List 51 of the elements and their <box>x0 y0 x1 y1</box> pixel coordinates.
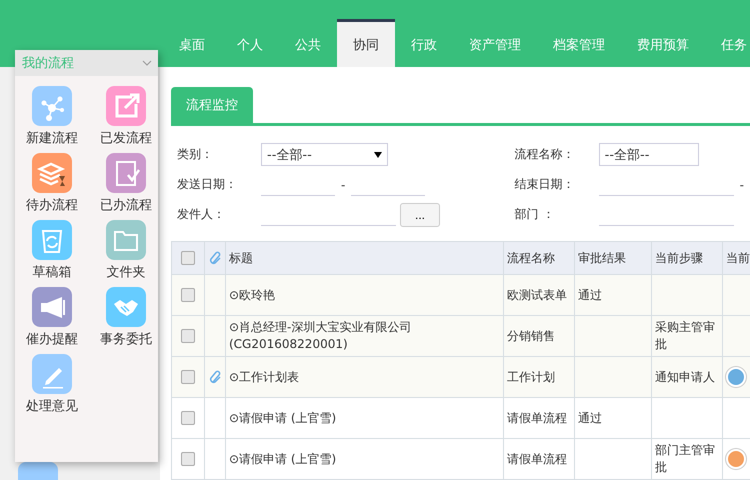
column-header: 流程名称 <box>504 242 574 274</box>
table-cell: ⊙工作计划表 <box>226 356 504 398</box>
table-cell: 部门主管审批 <box>652 438 722 480</box>
table-cell: 分销销售 <box>504 316 574 356</box>
category-select[interactable]: --全部-- <box>598 143 699 166</box>
table-cell: 欧测试表单 <box>504 274 574 316</box>
checkbox[interactable] <box>181 251 195 265</box>
pick-button[interactable]: ... <box>400 202 440 226</box>
table-cell: 采购主管审批 <box>652 316 722 356</box>
table-cell: 通过 <box>574 274 652 316</box>
category-select[interactable]: --全部-- <box>261 143 388 166</box>
date-separator: - <box>740 178 744 192</box>
column-header: 审批结果 <box>574 242 652 274</box>
checkbox[interactable] <box>181 411 195 425</box>
checkbox[interactable] <box>181 329 195 343</box>
table-cell: 请假单流程 <box>504 438 574 480</box>
table-cell: 通过 <box>574 398 652 438</box>
nav-tab[interactable]: 协同 <box>337 19 395 67</box>
menu-item[interactable]: 待办流程 <box>15 153 89 214</box>
menu-item[interactable]: 催办提醒 <box>15 287 89 348</box>
menu-item[interactable]: 已发流程 <box>89 86 158 147</box>
table-cell: ⊙欧玲艳 <box>226 274 504 316</box>
menu-item[interactable]: 新建流程 <box>15 86 89 147</box>
column-header: 当前 <box>722 242 750 274</box>
menu-item[interactable]: 处理意见 <box>15 354 89 415</box>
table-cell: ⊙请假申请 (上官雪) <box>226 438 504 480</box>
filter-label: 发件人： <box>177 206 226 223</box>
checkbox[interactable] <box>181 288 195 302</box>
checkbox[interactable] <box>181 452 195 466</box>
menu-item[interactable]: 草稿箱 <box>15 220 89 281</box>
panel-title: 我的流程 <box>22 55 74 72</box>
filter-label: 发送日期： <box>177 176 238 193</box>
column-header: 标题 <box>226 242 504 274</box>
menu-item[interactable]: 事务委托 <box>89 287 158 348</box>
table-cell: ⊙请假申请 (上官雪) <box>226 398 504 438</box>
checkbox[interactable] <box>181 370 195 384</box>
filter-label: 流程名称： <box>514 146 576 163</box>
dropdown-arrow-icon <box>374 152 382 158</box>
table-cell: 通知申请人 <box>652 356 722 398</box>
table-cell: 请假单流程 <box>504 398 574 438</box>
filter-label: 部门 ： <box>514 206 556 223</box>
menu-item[interactable]: 已办流程 <box>89 153 158 214</box>
table-cell: 工作计划 <box>504 356 574 398</box>
table-cell: ⊙肖总经理-深圳大宝实业有限公司(CG201608220001) <box>226 316 504 356</box>
date-separator: - <box>341 178 346 192</box>
paperclip-icon <box>209 251 221 265</box>
column-header: 当前步骤 <box>652 242 722 274</box>
chevron-icon[interactable] <box>142 60 152 66</box>
filter-label: 结束日期： <box>514 176 576 193</box>
menu-item[interactable]: 文件夹 <box>89 220 158 281</box>
filter-label: 类别： <box>177 146 214 163</box>
